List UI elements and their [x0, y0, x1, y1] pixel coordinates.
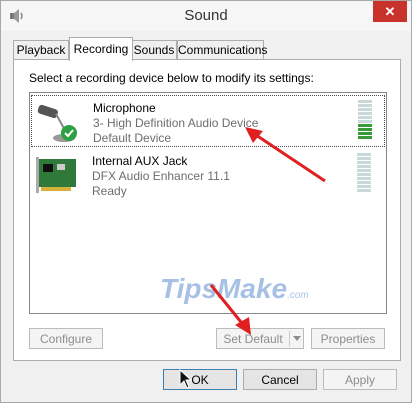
device-subtitle: 3- High Definition Audio Device: [93, 116, 259, 130]
meter-segment: [357, 185, 371, 188]
tab-communications[interactable]: Communications: [177, 40, 267, 60]
split-divider: [289, 331, 290, 346]
chevron-down-icon[interactable]: [293, 336, 301, 342]
apply-button[interactable]: Apply: [323, 369, 397, 390]
instruction-text: Select a recording device below to modif…: [29, 71, 314, 85]
properties-button[interactable]: Properties: [311, 328, 385, 349]
meter-segment: [358, 108, 372, 111]
device-status: Default Device: [93, 131, 172, 145]
tab-playback[interactable]: Playback: [13, 40, 69, 60]
tab-sounds[interactable]: Sounds: [131, 40, 177, 60]
meter-segment: [358, 128, 372, 131]
device-status: Ready: [92, 184, 127, 198]
level-meter: [358, 100, 372, 142]
device-subtitle: DFX Audio Enhancer 11.1: [92, 169, 230, 183]
tab-recording[interactable]: Recording: [69, 37, 133, 61]
cancel-button[interactable]: Cancel: [243, 369, 317, 390]
meter-segment: [357, 157, 371, 160]
meter-segment: [357, 153, 371, 156]
title-bar[interactable]: Sound ✕: [1, 1, 411, 31]
meter-segment: [357, 177, 371, 180]
close-button[interactable]: ✕: [373, 1, 407, 22]
sound-dialog: Sound ✕ Playback Recording Sounds Commun…: [0, 0, 412, 403]
meter-segment: [357, 169, 371, 172]
level-meter: [357, 153, 371, 195]
configure-button[interactable]: Configure: [29, 328, 103, 349]
meter-segment: [357, 161, 371, 164]
meter-segment: [358, 100, 372, 103]
meter-segment: [358, 132, 372, 135]
device-name: Internal AUX Jack: [92, 154, 188, 168]
meter-segment: [357, 165, 371, 168]
meter-segment: [358, 120, 372, 123]
meter-segment: [357, 181, 371, 184]
device-internal-aux[interactable]: Internal AUX Jack DFX Audio Enhancer 11.…: [31, 149, 385, 201]
annotation-arrow-icon: [245, 127, 326, 183]
ok-button[interactable]: OK: [163, 369, 237, 390]
device-name: Microphone: [93, 101, 156, 115]
meter-segment: [358, 116, 372, 119]
mouse-cursor-icon: [179, 369, 193, 389]
sound-card-icon: [36, 157, 76, 193]
meter-segment: [358, 104, 372, 107]
meter-segment: [357, 173, 371, 176]
meter-segment: [358, 124, 372, 127]
meter-segment: [358, 112, 372, 115]
microphone-icon: [37, 104, 77, 142]
meter-segment: [357, 189, 371, 192]
annotation-arrow-icon: [209, 284, 251, 335]
window-title: Sound: [184, 7, 228, 24]
device-microphone[interactable]: Microphone 3- High Definition Audio Devi…: [31, 95, 385, 147]
meter-segment: [358, 136, 372, 139]
watermark-suffix: .com: [287, 290, 309, 301]
